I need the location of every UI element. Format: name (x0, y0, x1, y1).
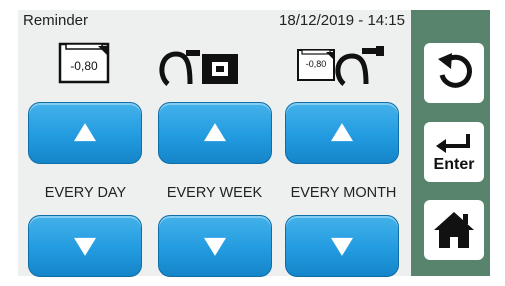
every-month-label: EVERY MONTH (290, 185, 397, 201)
battery-panel-icon: -0,80 (58, 42, 110, 84)
every-day-up-button[interactable] (28, 102, 142, 164)
enter-label: Enter (433, 156, 475, 173)
every-week-label: EVERY WEEK (166, 185, 263, 201)
up-arrow-icon (331, 123, 353, 142)
up-arrow-icon (74, 123, 96, 142)
datetime-display: 18/12/2019 - 14:15 (279, 12, 405, 29)
home-button[interactable] (424, 200, 484, 260)
battery-panel-cable-value: -0,80 (305, 59, 327, 69)
device-screen: Reminder 18/12/2019 - 14:15 -0,80 -0,80 … (18, 10, 490, 277)
cable-connector-icon (158, 46, 242, 86)
every-month-up-button[interactable] (285, 102, 399, 164)
undo-arrow-icon (438, 53, 472, 88)
page-title: Reminder (23, 12, 89, 29)
enter-button[interactable]: Enter (424, 122, 484, 182)
every-week-up-button[interactable] (158, 102, 272, 164)
battery-panel-cable-icon: -0,80 (296, 42, 386, 86)
down-arrow-icon (74, 237, 96, 256)
reminder-panel: Reminder 18/12/2019 - 14:15 -0,80 -0,80 … (18, 10, 411, 277)
battery-panel-value: -0,80 (70, 59, 98, 73)
down-arrow-icon (331, 237, 353, 256)
every-month-down-button[interactable] (285, 215, 399, 277)
every-week-down-button[interactable] (158, 215, 272, 277)
down-arrow-icon (204, 237, 226, 256)
home-icon (434, 212, 474, 248)
return-arrow-icon (436, 134, 470, 153)
back-button[interactable] (424, 43, 484, 103)
every-day-label: EVERY DAY (44, 185, 127, 201)
up-arrow-icon (204, 123, 226, 142)
every-day-down-button[interactable] (28, 215, 142, 277)
